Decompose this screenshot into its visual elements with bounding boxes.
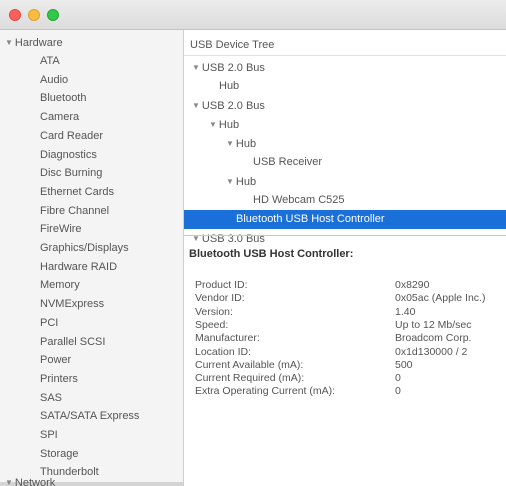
tree-row-label: USB 2.0 Bus bbox=[201, 62, 265, 74]
detail-field-label: Extra Operating Current (mA): bbox=[195, 385, 336, 398]
disclosure-triangle-icon[interactable]: ▼ bbox=[226, 172, 234, 191]
detail-field-value: 0x1d130000 / 2 bbox=[395, 345, 468, 358]
sidebar-group-label: Network bbox=[14, 477, 56, 486]
detail-field-label: Current Available (mA): bbox=[195, 358, 304, 371]
disclosure-triangle-icon[interactable]: ▼ bbox=[192, 96, 200, 115]
sidebar-item-power[interactable]: Power bbox=[0, 351, 183, 370]
disclosure-triangle-icon[interactable]: ▼ bbox=[209, 115, 217, 134]
tree-row[interactable]: Bluetooth USB Host Controller bbox=[184, 210, 506, 229]
zoom-window-button[interactable] bbox=[47, 9, 59, 21]
detail-field-value: 1.40 bbox=[395, 305, 416, 318]
tree-row[interactable]: ▼ USB 2.0 Bus bbox=[184, 58, 506, 77]
detail-field-value: Broadcom Corp. bbox=[395, 332, 472, 345]
sidebar-item-storage[interactable]: Storage bbox=[0, 445, 183, 464]
tree-row-label: Hub bbox=[219, 80, 240, 92]
split-divider[interactable] bbox=[184, 235, 506, 236]
detail-field-label: Speed: bbox=[195, 318, 229, 331]
sidebar-group-label: Hardware bbox=[14, 37, 63, 49]
tree-row[interactable]: ▼ USB 2.0 Bus bbox=[184, 96, 506, 115]
detail-field-value: 0 bbox=[395, 372, 401, 385]
sidebar-group-network[interactable]: ▼ Network bbox=[5, 474, 55, 486]
sidebar-item-ethernet-cards[interactable]: Ethernet Cards bbox=[0, 183, 183, 202]
detail-field-value: 0 bbox=[395, 385, 401, 398]
sidebar-item-nvmexpress[interactable]: NVMExpress bbox=[0, 295, 183, 314]
disclosure-triangle-icon[interactable]: ▼ bbox=[192, 229, 200, 248]
disclosure-triangle-icon[interactable]: ▼ bbox=[226, 134, 234, 153]
sidebar-item-card-reader[interactable]: Card Reader bbox=[0, 127, 183, 146]
tree-row[interactable]: ▼ Hub bbox=[184, 115, 506, 134]
sidebar-item-pci[interactable]: PCI bbox=[0, 314, 183, 333]
sidebar: ▼ Hardware ATA Audio Bluetooth Camera Card Re… bbox=[0, 30, 184, 486]
sidebar-item-hardware-raid[interactable]: Hardware RAID bbox=[0, 258, 183, 277]
sidebar-item-parallel-scsi[interactable]: Parallel SCSI bbox=[0, 333, 183, 352]
sidebar-item-spi[interactable]: SPI bbox=[0, 426, 183, 445]
disclosure-triangle-icon[interactable]: ▼ bbox=[5, 34, 13, 52]
tree-row-label: USB 2.0 Bus bbox=[201, 100, 265, 112]
sidebar-item-printers[interactable]: Printers bbox=[0, 370, 183, 389]
main-panel: USB Device Tree ▼ USB 2.0 Bus Hub ▼ USB 2.0 … bbox=[184, 30, 506, 486]
tree-row-label: Hub bbox=[235, 176, 257, 188]
tree-row[interactable]: ▼ Hub bbox=[184, 134, 506, 153]
detail-field-value: Up to 12 Mb/sec bbox=[395, 318, 472, 331]
sidebar-item-disc-burning[interactable]: Disc Burning bbox=[0, 164, 183, 183]
window-titlebar bbox=[0, 0, 506, 30]
disclosure-triangle-icon[interactable]: ▼ bbox=[5, 474, 13, 486]
detail-field-label: Current Required (mA): bbox=[195, 372, 305, 385]
sidebar-item-sata-sata-express[interactable]: SATA/SATA Express bbox=[0, 407, 183, 426]
sidebar-item-fibre-channel[interactable]: Fibre Channel bbox=[0, 202, 183, 221]
sidebar-group-hardware[interactable]: ▼ Hardware bbox=[5, 34, 63, 52]
tree-row[interactable]: ▼ USB 3.0 Bus bbox=[184, 229, 506, 248]
tree-row-label: USB Receiver bbox=[253, 156, 323, 168]
sidebar-item-memory[interactable]: Memory bbox=[0, 276, 183, 295]
detail-field-label: Vendor ID: bbox=[195, 292, 245, 305]
sidebar-item-firewire[interactable]: FireWire bbox=[0, 220, 183, 239]
tree-row-label: Hub bbox=[235, 138, 257, 150]
detail-field-label: Version: bbox=[195, 305, 233, 318]
sidebar-item-bluetooth[interactable]: Bluetooth bbox=[0, 89, 183, 108]
tree-row[interactable]: Hub bbox=[184, 77, 506, 96]
tree-row-label: HD Webcam C525 bbox=[253, 194, 345, 206]
detail-field-label: Location ID: bbox=[195, 345, 252, 358]
sidebar-item-diagnostics[interactable]: Diagnostics bbox=[0, 146, 183, 165]
tree-row[interactable]: HD Webcam C525 bbox=[184, 191, 506, 210]
tree-row-label: Hub bbox=[218, 119, 240, 131]
sidebar-item-sas[interactable]: SAS bbox=[0, 389, 183, 408]
sidebar-item-audio[interactable]: Audio bbox=[0, 71, 183, 90]
tree-row-label: Bluetooth USB Host Controller bbox=[236, 213, 385, 225]
tree-column-header: USB Device Tree bbox=[184, 34, 506, 56]
sidebar-item-camera[interactable]: Camera bbox=[0, 108, 183, 127]
detail-field-value: 0x05ac (Apple Inc.) bbox=[395, 292, 486, 305]
detail-field-label: Manufacturer: bbox=[195, 332, 260, 345]
sidebar-item-graphics-displays[interactable]: Graphics/Displays bbox=[0, 239, 183, 258]
detail-field-value: 500 bbox=[395, 358, 413, 371]
tree-row[interactable]: USB Receiver bbox=[184, 153, 506, 172]
minimize-window-button[interactable] bbox=[28, 9, 40, 21]
detail-title: Bluetooth USB Host Controller: bbox=[189, 248, 354, 260]
disclosure-triangle-icon[interactable]: ▼ bbox=[192, 58, 200, 77]
tree-row[interactable]: ▼ Hub bbox=[184, 172, 506, 191]
detail-field-label: Product ID: bbox=[195, 279, 248, 291]
sidebar-item-ata[interactable]: ATA bbox=[0, 52, 183, 71]
detail-field-value: 0x8290 bbox=[395, 279, 430, 291]
close-window-button[interactable] bbox=[9, 9, 21, 21]
